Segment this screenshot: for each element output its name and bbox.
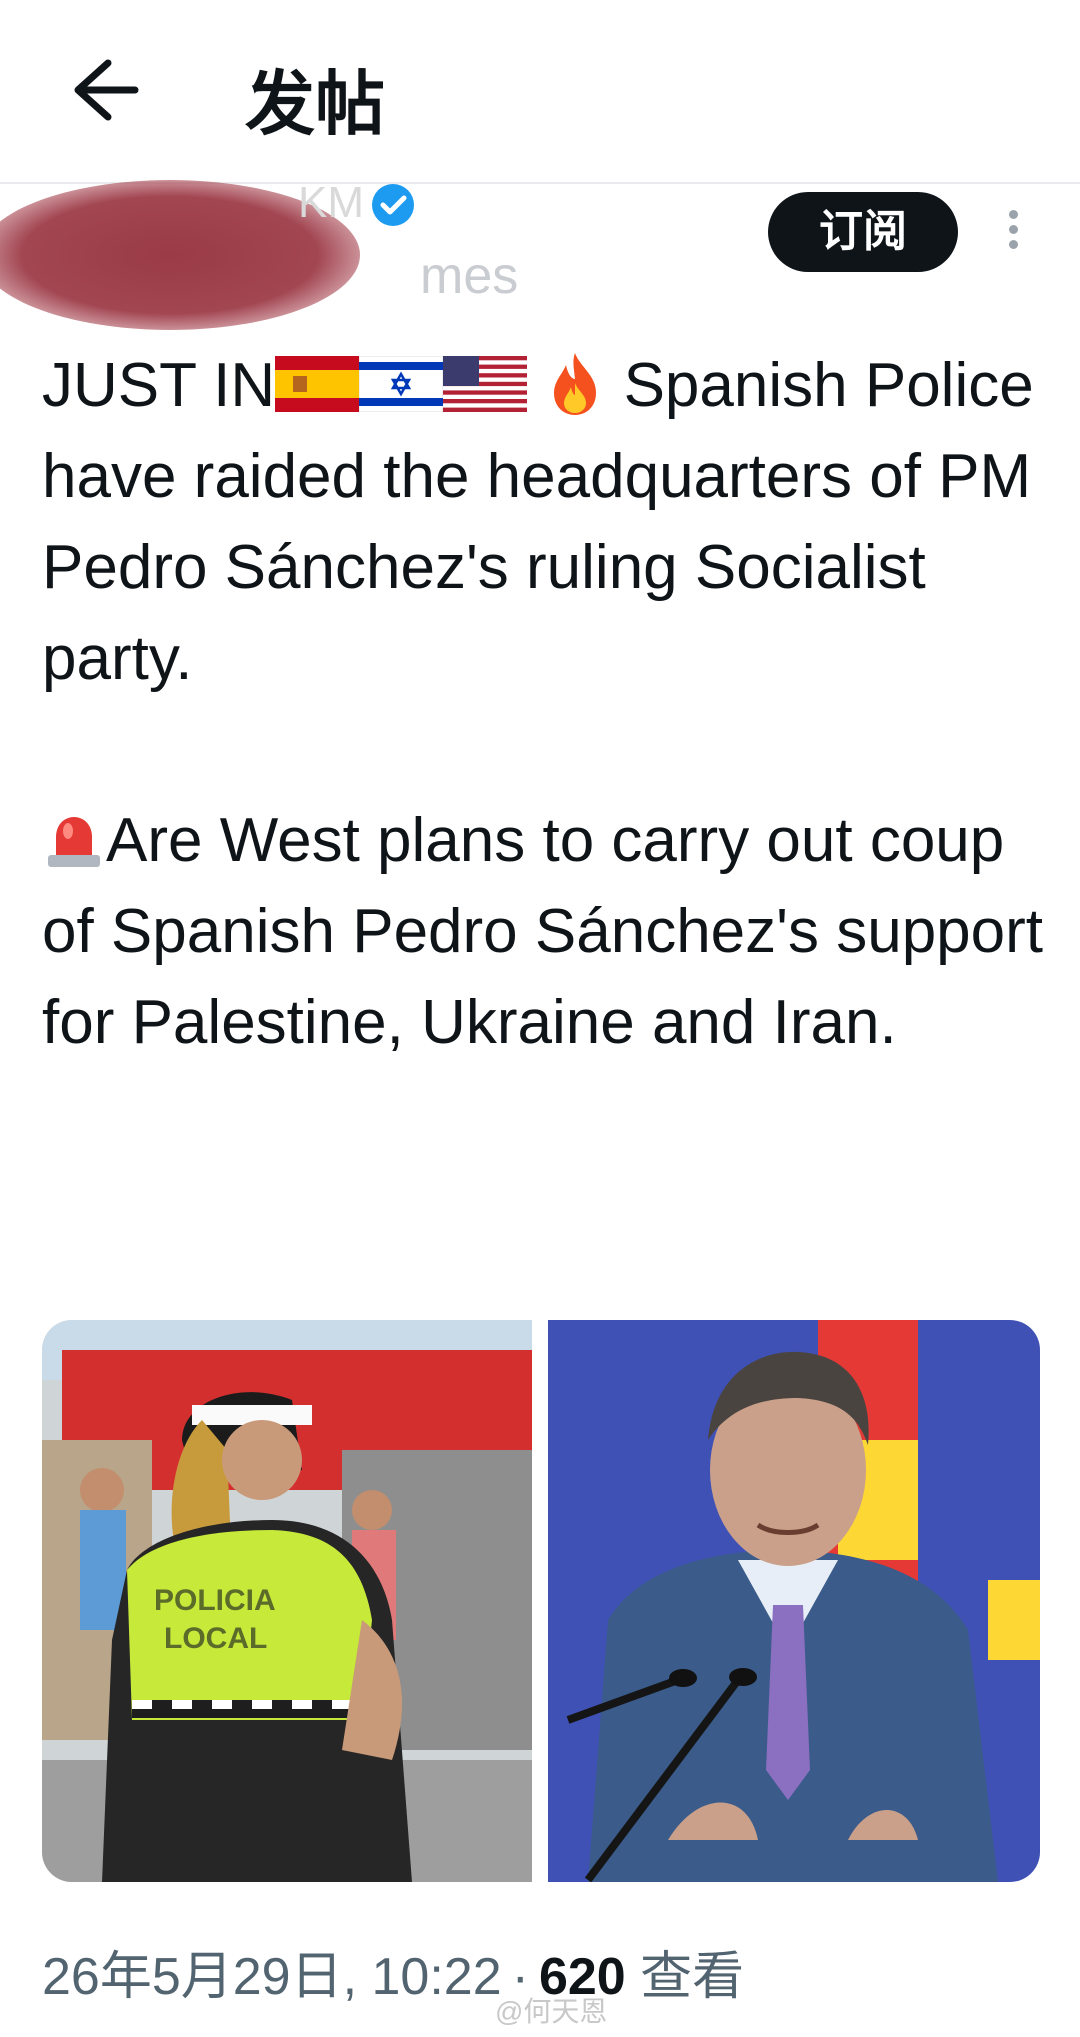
watermark: @何天恩 bbox=[495, 1996, 608, 2027]
views-label: 查看 bbox=[640, 1948, 745, 2006]
post-body: JUST IN Spanish Police have raided the h… bbox=[42, 340, 1052, 1068]
fire-icon bbox=[554, 352, 597, 415]
author-name-partial[interactable]: KM bbox=[298, 178, 364, 228]
siren-icon bbox=[48, 816, 100, 867]
israel-flag-icon bbox=[359, 355, 444, 412]
police-officer-illustration: POLICIA LOCAL bbox=[42, 1320, 532, 1882]
usa-flag-icon bbox=[443, 355, 528, 412]
politician-illustration bbox=[548, 1320, 1040, 1882]
post-paragraph-2: Are West plans to carry out coup of Span… bbox=[42, 795, 1052, 1068]
police-label-line1: POLICIA bbox=[154, 1584, 276, 1617]
top-bar: 发帖 bbox=[0, 0, 1080, 184]
more-dot-icon bbox=[1008, 225, 1018, 234]
post-meta: 26年5月29日, 10:22 · 620 查看 bbox=[42, 1934, 744, 2009]
more-dot-icon bbox=[1008, 210, 1018, 219]
pedro-sanchez-image[interactable] bbox=[548, 1320, 1040, 1882]
arrow-left-icon bbox=[74, 59, 139, 121]
page-title: 发帖 bbox=[245, 63, 385, 145]
verified-badge-icon bbox=[372, 184, 414, 226]
post-timestamp: 26年5月29日, 10:22 bbox=[42, 1948, 502, 2006]
post-line-prefix: JUST IN bbox=[42, 351, 276, 420]
author-handle-partial: mes bbox=[420, 247, 519, 305]
more-dot-icon bbox=[1008, 240, 1018, 249]
post-paragraph-2-text: Are West plans to carry out coup of Span… bbox=[42, 806, 1044, 1057]
back-button[interactable] bbox=[60, 55, 140, 125]
subscribe-button[interactable]: 订阅 bbox=[768, 192, 958, 272]
police-label-line2: LOCAL bbox=[164, 1622, 267, 1655]
post-paragraph-1: JUST IN Spanish Police have raided the h… bbox=[42, 340, 1052, 704]
media-gallery: POLICIA LOCAL bbox=[42, 1320, 1040, 1882]
more-options-button[interactable] bbox=[998, 204, 1028, 264]
police-officer-image[interactable]: POLICIA LOCAL bbox=[42, 1320, 532, 1882]
spain-flag-icon bbox=[275, 355, 360, 412]
